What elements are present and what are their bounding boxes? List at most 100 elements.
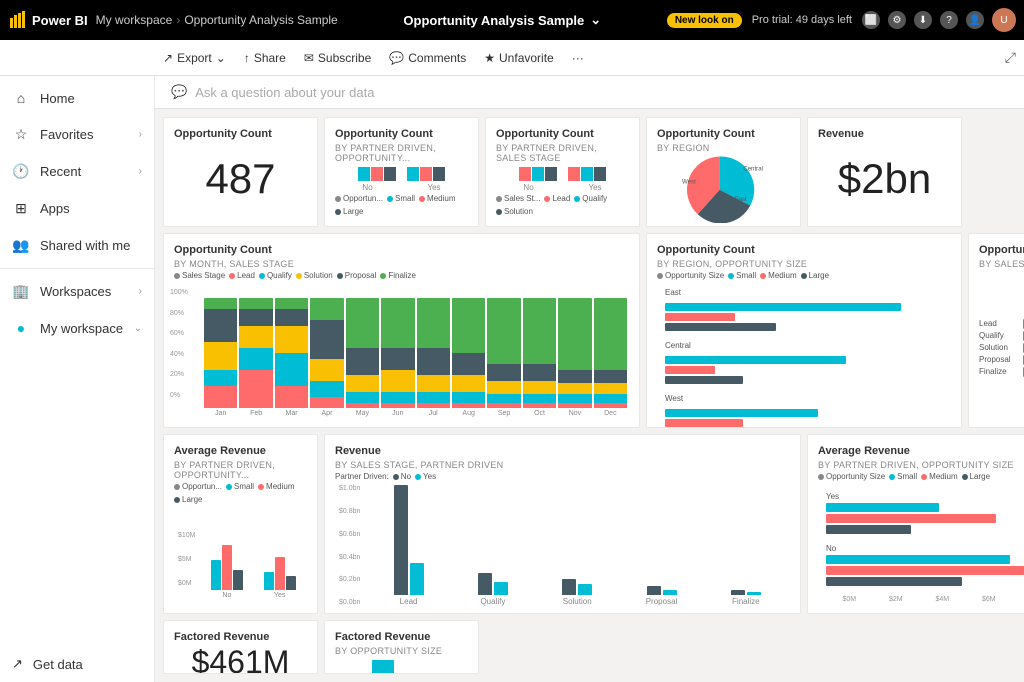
comments-label: Comments: [408, 51, 466, 65]
rev-sales-legend: Partner Driven: No Yes: [335, 472, 790, 481]
card-opp-sales-stage-partner[interactable]: Opportunity Count BY PARTNER DRIVEN, SAL…: [485, 117, 640, 227]
seg-proposal: [204, 309, 237, 342]
card-opp-region-pie[interactable]: Opportunity Count BY REGION Cen: [646, 117, 801, 227]
funnel-finalize-label: Finalize: [979, 367, 1019, 376]
qa-bar[interactable]: 💬 Ask a question about your data: [155, 76, 1024, 109]
settings-icon[interactable]: ⚙: [888, 11, 906, 29]
share-button[interactable]: ↑ Share: [236, 47, 294, 69]
pro-trial-label: Pro trial: 49 days left: [752, 14, 852, 26]
x-4m: $4M: [935, 596, 949, 603]
card-opp-region-size[interactable]: Opportunity Count BY REGION, OPPORTUNITY…: [646, 233, 962, 428]
x-nov: Nov: [558, 410, 591, 417]
y-label-60: 60%: [170, 330, 188, 337]
sidebar-item-getdata[interactable]: ↗ Get data: [0, 646, 154, 682]
legend-large2: Large: [801, 271, 829, 280]
rev-proposal-bars: [647, 586, 677, 595]
card-factored-size-title: Factored Revenue: [335, 631, 468, 644]
seg: [594, 383, 627, 394]
avg-no-group: No: [204, 545, 251, 599]
sidebar: ⌂ Home ☆ Favorites › 🕐 Recent › ⊞ Apps 👥…: [0, 76, 155, 682]
avatar[interactable]: U: [992, 8, 1016, 32]
powerbi-logo-icon: [8, 10, 28, 30]
x-dec: Dec: [594, 410, 627, 417]
more-options-button[interactable]: ···: [564, 47, 592, 69]
sidebar-item-recent[interactable]: 🕐 Recent ›: [0, 153, 154, 190]
sidebar-item-workspaces[interactable]: 🏢 Workspaces ›: [0, 273, 154, 310]
subscribe-icon: ✉: [304, 51, 314, 65]
card-opp-count-487[interactable]: Opportunity Count 487: [163, 117, 318, 227]
rev-finalize-bars: [731, 590, 761, 595]
monitor-icon[interactable]: ⬜: [862, 11, 880, 29]
hbar-east: East: [665, 288, 943, 331]
card-factored-revenue[interactable]: Factored Revenue $461M: [163, 620, 318, 674]
card-opp-month[interactable]: Opportunity Count BY MONTH, SALES STAGE …: [163, 233, 640, 428]
legend-solution2: Solution: [296, 271, 333, 280]
card-opp-count-487-title: Opportunity Count: [174, 128, 307, 141]
card-revenue-sales[interactable]: Revenue BY SALES STAGE, PARTNER DRIVEN P…: [324, 434, 801, 614]
seg: [523, 298, 556, 364]
user-icon[interactable]: 👤: [966, 11, 984, 29]
card-avg-revenue-partner[interactable]: Average Revenue BY PARTNER DRIVEN, OPPOR…: [163, 434, 318, 614]
workspace-link[interactable]: My workspace: [96, 13, 173, 27]
bar-yes-solution: [594, 167, 606, 181]
legend-medium4: Medium: [921, 472, 957, 481]
bar-group-yes: [407, 167, 445, 181]
powerbi-logo[interactable]: Power BI: [8, 10, 88, 30]
sidebar-item-apps[interactable]: ⊞ Apps: [0, 190, 154, 227]
legend-small4: Small: [889, 472, 917, 481]
sidebar-item-shared[interactable]: 👥 Shared with me: [0, 227, 154, 264]
x-6m: $6M: [982, 596, 996, 603]
seg-proposal: [275, 309, 308, 326]
bar-mar: [275, 298, 308, 408]
rev-solution-no: [562, 579, 576, 595]
bar-group-no: [358, 167, 396, 181]
card-avg-rev-subtitle: BY PARTNER DRIVEN, OPPORTUNITY...: [174, 460, 307, 480]
export-button[interactable]: ↗ Export ⌄: [155, 47, 234, 69]
seg-solution: [239, 326, 272, 348]
seg-solution: [204, 342, 237, 370]
card-opp-partner[interactable]: Opportunity Count BY PARTNER DRIVEN, OPP…: [324, 117, 479, 227]
card-avg-rev-title: Average Revenue: [174, 445, 307, 458]
rev-finalize-yes: [747, 592, 761, 595]
bar-jan: [204, 298, 237, 408]
legend-large3: Large: [174, 495, 202, 504]
sidebar-item-favorites[interactable]: ☆ Favorites ›: [0, 116, 154, 153]
sidebar-item-myworkspace[interactable]: ● My workspace ⌄: [0, 310, 154, 346]
card-avg-rev-size[interactable]: Average Revenue BY PARTNER DRIVEN, OPPOR…: [807, 434, 1024, 614]
download-icon[interactable]: ⬇: [914, 11, 932, 29]
help-icon[interactable]: ?: [940, 11, 958, 29]
legend-small2: Small: [728, 271, 756, 280]
funnel-qualify: Qualify 96: [979, 331, 1024, 341]
export-label: Export: [177, 51, 212, 65]
sidebar-item-home[interactable]: ⌂ Home: [0, 80, 154, 116]
seg: [417, 298, 450, 348]
seg: [346, 298, 379, 348]
card-revenue-2bn[interactable]: Revenue $2bn: [807, 117, 962, 227]
west-bars: [665, 409, 943, 428]
myworkspace-arrow-icon: ⌄: [134, 323, 142, 334]
dropdown-chevron-icon[interactable]: ⌄: [590, 12, 601, 28]
expand-icon[interactable]: ⤢: [1005, 49, 1016, 66]
card-opp-month-title: Opportunity Count: [174, 244, 629, 257]
avg-rev-size-legend: Opportunity Size Small Medium Large: [818, 472, 1024, 481]
qa-placeholder: Ask a question about your data: [195, 85, 374, 100]
avg-no-large: [826, 577, 962, 586]
funnel-solution-label: Solution: [979, 343, 1019, 352]
sidebar-getdata-label: Get data: [33, 657, 83, 672]
x-label-yes2: Yes: [589, 183, 602, 192]
seg: [523, 381, 556, 394]
topbar-center: Opportunity Analysis Sample ⌄: [346, 12, 659, 28]
partner-bar-chart: [335, 167, 468, 181]
unfavorite-button[interactable]: ★ Unfavorite: [476, 47, 561, 69]
seg-finalize: [204, 298, 237, 309]
card-opp-sales-stage[interactable]: Opportunity Count BY SALES STAGE 100% Le…: [968, 233, 1024, 428]
seg-solution: [275, 326, 308, 354]
central-large-bar: [665, 376, 743, 384]
comments-button[interactable]: 💬 Comments: [381, 47, 474, 69]
x-0m: $0M: [842, 596, 856, 603]
rv-1bn: $1.0bn: [339, 485, 360, 492]
subscribe-button[interactable]: ✉ Subscribe: [296, 47, 379, 69]
card-factored-by-size[interactable]: Factored Revenue BY OPPORTUNITY SIZE $0.…: [324, 620, 479, 674]
region-size-legend: Opportunity Size Small Medium Large: [657, 271, 951, 280]
y-label-40: 40%: [170, 351, 188, 358]
